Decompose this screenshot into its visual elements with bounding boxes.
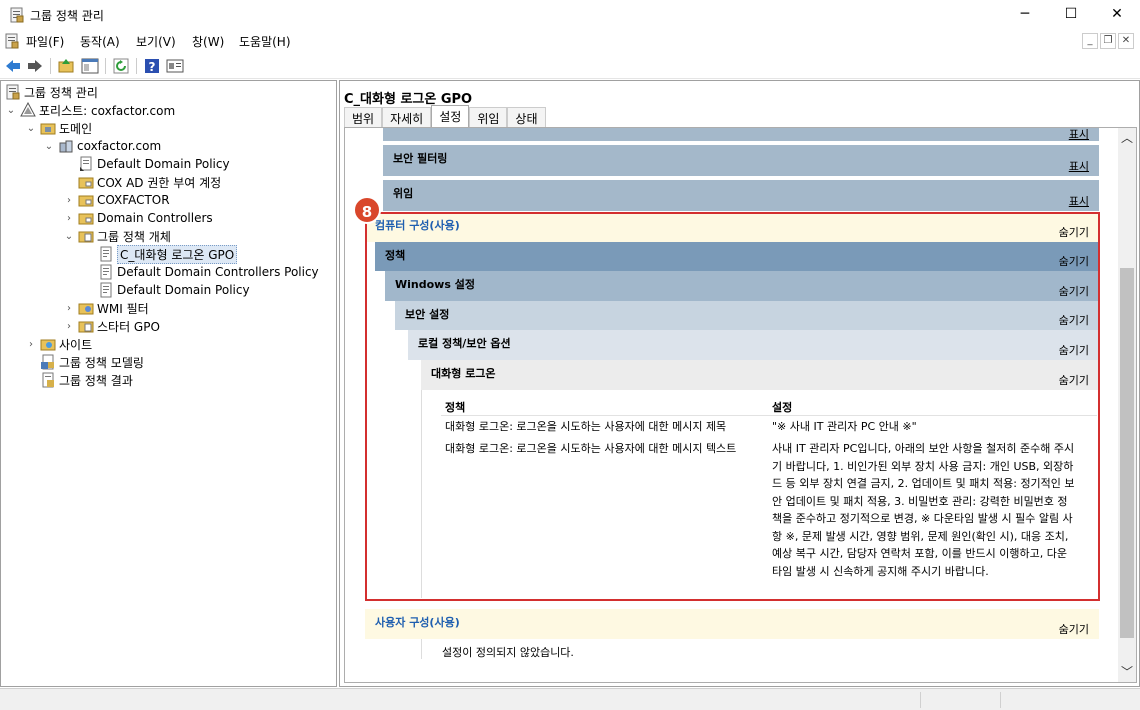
tab-status[interactable]: 상태	[507, 107, 546, 127]
chevron-right-icon[interactable]: ›	[63, 195, 75, 206]
sites-icon	[40, 336, 56, 352]
tab-strip: 범위 자세히 설정 위임 상태	[344, 105, 546, 127]
tree-item-domain[interactable]: ⌄ coxfactor.com	[43, 137, 161, 155]
menu-view[interactable]: 보기(V)	[136, 33, 176, 50]
chevron-down-icon[interactable]: ⌄	[25, 123, 37, 134]
vertical-scrollbar[interactable]: ︿ ﹀	[1118, 128, 1136, 682]
properties-icon[interactable]	[166, 57, 184, 75]
mdi-close-icon[interactable]: ✕	[1118, 33, 1134, 49]
console-tree: 그룹 정책 관리 ⌄ 포리스트: coxfactor.com ⌄ 도메인 ⌄ c…	[0, 80, 337, 687]
show-link[interactable]: 표시	[1069, 193, 1089, 209]
mdi-restore-icon[interactable]: ❐	[1100, 33, 1116, 49]
minimize-button[interactable]: ─	[1002, 0, 1048, 30]
chevron-right-icon[interactable]: ›	[63, 303, 75, 314]
report-bar-partial: 표시	[383, 128, 1099, 141]
gpo-folder-icon	[78, 228, 94, 244]
svg-text:?: ?	[149, 60, 156, 74]
results-icon	[40, 372, 56, 388]
window-title: 그룹 정책 관리	[30, 9, 104, 23]
chevron-down-icon[interactable]: ⌄	[43, 141, 55, 152]
tree-item-modeling[interactable]: 그룹 정책 모델링	[40, 353, 144, 371]
up-folder-icon[interactable]	[57, 57, 75, 75]
starter-folder-icon	[78, 318, 94, 334]
toolbar: ?	[0, 53, 1140, 79]
wmi-folder-icon	[78, 300, 94, 316]
ou-folder-icon	[78, 192, 94, 208]
title-bar: 그룹 정책 관리 ─ ☐ ✕	[0, 0, 1140, 30]
tree-item-gpo-ddp[interactable]: Default Domain Policy	[98, 281, 250, 299]
highlight-annotation-box	[365, 212, 1100, 601]
show-hide-tree-icon[interactable]	[81, 57, 99, 75]
settings-report: 표시 보안 필터링 표시 위임 표시 컴퓨터 구성(사용) 숨기기 정책 숨기기…	[344, 127, 1137, 683]
back-arrow-icon[interactable]	[4, 57, 22, 75]
mdi-controls: _ ❐ ✕	[1080, 32, 1134, 49]
ou-folder-icon	[78, 210, 94, 226]
gpo-icon	[98, 264, 114, 280]
tree-item-sites[interactable]: › 사이트	[25, 335, 92, 353]
user-config-bar: 사용자 구성(사용) 숨기기	[365, 609, 1099, 639]
tree-item-root[interactable]: 그룹 정책 관리	[5, 83, 98, 101]
chevron-down-icon[interactable]: ⌄	[63, 231, 75, 242]
security-filtering-label: 보안 필터링	[393, 152, 448, 165]
show-link[interactable]: 표시	[1069, 158, 1089, 174]
chevron-down-icon[interactable]: ⌄	[5, 105, 17, 116]
tab-details[interactable]: 자세히	[382, 107, 432, 127]
maximize-button[interactable]: ☐	[1048, 0, 1094, 30]
scroll-up-icon[interactable]: ︿	[1118, 128, 1136, 148]
tab-scope[interactable]: 범위	[344, 107, 383, 127]
user-config-label: 사용자 구성(사용)	[375, 616, 460, 629]
mdi-minimize-icon[interactable]: _	[1082, 33, 1098, 49]
show-link[interactable]: 표시	[1069, 128, 1089, 142]
chevron-right-icon[interactable]: ›	[25, 339, 37, 350]
security-filtering-bar: 보안 필터링 표시	[383, 145, 1099, 176]
scrollbar-thumb[interactable]	[1120, 268, 1134, 638]
refresh-icon[interactable]	[112, 57, 130, 75]
forest-icon	[20, 101, 36, 118]
menu-bar: 파일(F) 동작(A) 보기(V) 창(W) 도움말(H) _ ❐ ✕	[0, 30, 1140, 52]
tab-delegation[interactable]: 위임	[469, 107, 508, 127]
gpmc-app-icon	[10, 7, 24, 23]
menu-file[interactable]: 파일(F)	[26, 33, 64, 50]
tree-item-gpo-interactive-logon[interactable]: C_대화형 로그온 GPO	[98, 244, 238, 264]
close-button[interactable]: ✕	[1094, 0, 1140, 30]
details-pane: C_대화형 로그온 GPO 범위 자세히 설정 위임 상태 표시 보안 필터링 …	[339, 80, 1140, 687]
tree-item-coxfactor[interactable]: › COXFACTOR	[63, 191, 170, 209]
scroll-down-icon[interactable]: ﹀	[1118, 662, 1136, 682]
gpo-icon	[98, 246, 114, 262]
forward-arrow-icon[interactable]	[26, 57, 44, 75]
tree-item-cox-ad[interactable]: COX AD 권한 부여 계정	[78, 173, 221, 191]
help-icon[interactable]: ?	[143, 57, 161, 75]
gpo-link-icon	[78, 156, 94, 172]
menu-help[interactable]: 도움말(H)	[239, 33, 291, 50]
domains-folder-icon	[40, 120, 56, 136]
tree-item-forest[interactable]: ⌄ 포리스트: coxfactor.com	[5, 101, 175, 119]
tab-settings[interactable]: 설정	[431, 105, 470, 127]
chevron-right-icon[interactable]: ›	[63, 321, 75, 332]
tree-item-gpo-ddcp[interactable]: Default Domain Controllers Policy	[98, 263, 319, 281]
no-settings-text: 설정이 정의되지 않았습니다.	[442, 646, 574, 659]
ou-folder-icon	[78, 174, 94, 190]
tree-item-ddp-link[interactable]: Default Domain Policy	[78, 155, 230, 173]
status-bar	[0, 688, 1140, 710]
hide-link[interactable]: 숨기기	[1059, 621, 1089, 637]
chevron-right-icon[interactable]: ›	[63, 213, 75, 224]
tree-item-gpo-objects[interactable]: ⌄ 그룹 정책 개체	[63, 227, 171, 245]
document-icon[interactable]	[4, 33, 20, 49]
menu-action[interactable]: 동작(A)	[80, 33, 120, 50]
tree-item-domain-controllers[interactable]: › Domain Controllers	[63, 209, 213, 227]
tree-item-starter-gpo[interactable]: › 스타터 GPO	[63, 317, 160, 335]
gpmc-icon	[5, 84, 21, 100]
gpo-icon	[98, 282, 114, 298]
tree-item-domains[interactable]: ⌄ 도메인	[25, 119, 92, 137]
delegation-label: 위임	[393, 187, 414, 200]
delegation-bar: 위임 표시	[383, 180, 1099, 211]
tree-item-wmi[interactable]: › WMI 필터	[63, 299, 149, 317]
menu-window[interactable]: 창(W)	[192, 33, 224, 50]
domain-icon	[58, 138, 74, 154]
step-badge: 8	[353, 196, 381, 224]
modeling-icon	[40, 354, 56, 370]
tree-item-results[interactable]: 그룹 정책 결과	[40, 371, 133, 389]
